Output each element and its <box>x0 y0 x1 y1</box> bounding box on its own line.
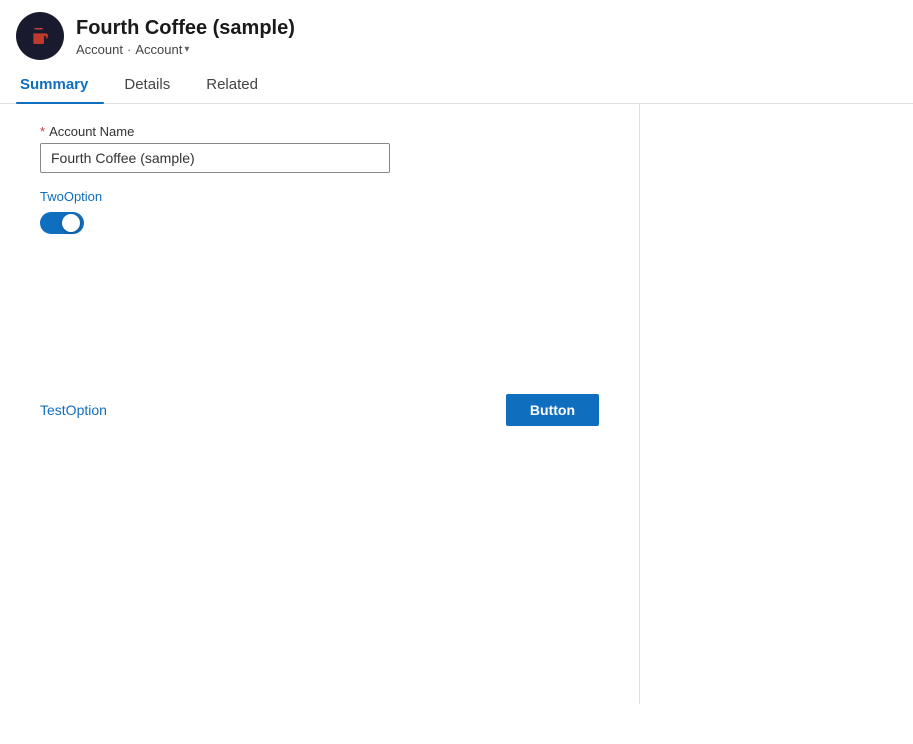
breadcrumb-type[interactable]: Account <box>76 42 123 57</box>
page-title: Fourth Coffee (sample) <box>76 16 295 40</box>
avatar <box>16 12 64 60</box>
main-content: * Account Name TwoOption TestOption Butt… <box>0 104 913 704</box>
right-panel <box>640 104 913 704</box>
content-panel: * Account Name TwoOption TestOption Butt… <box>0 104 640 704</box>
account-name-input[interactable] <box>40 143 390 173</box>
two-option-field-group: TwoOption <box>40 189 599 234</box>
required-indicator: * <box>40 124 45 139</box>
toggle-thumb <box>62 214 80 232</box>
tab-details[interactable]: Details <box>120 68 186 103</box>
tab-related[interactable]: Related <box>202 68 274 103</box>
header-subtitle: Account · Account ▾ <box>76 42 295 57</box>
action-button[interactable]: Button <box>506 394 599 426</box>
account-name-field-group: * Account Name <box>40 124 599 173</box>
tab-summary[interactable]: Summary <box>16 68 104 103</box>
button-area: TestOption Button <box>0 394 639 426</box>
chevron-down-icon: ▾ <box>184 44 189 55</box>
toggle-track <box>40 212 84 234</box>
tab-bar: Summary Details Related <box>0 68 913 104</box>
two-option-label: TwoOption <box>40 189 599 204</box>
two-option-toggle[interactable] <box>40 212 84 234</box>
test-option-label[interactable]: TestOption <box>40 402 107 418</box>
header-text: Fourth Coffee (sample) Account · Account… <box>76 16 295 57</box>
form-section: * Account Name TwoOption <box>0 124 639 234</box>
account-name-label: * Account Name <box>40 124 599 139</box>
breadcrumb-dropdown[interactable]: Account ▾ <box>135 42 189 57</box>
breadcrumb-separator: · <box>127 42 131 57</box>
page-header: Fourth Coffee (sample) Account · Account… <box>0 0 913 68</box>
